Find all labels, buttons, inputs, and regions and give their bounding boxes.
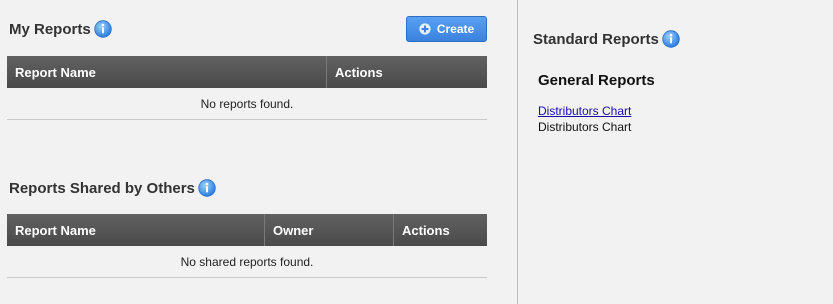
column-header-actions: Actions <box>326 56 487 88</box>
empty-message: No reports found. <box>7 88 487 120</box>
column-header-report-name[interactable]: Report Name <box>7 214 265 246</box>
shared-reports-heading: Reports Shared by Others <box>9 179 216 197</box>
info-icon[interactable] <box>198 179 216 197</box>
table-row: No reports found. <box>7 88 487 120</box>
shared-reports-title: Reports Shared by Others <box>9 179 195 197</box>
my-reports-heading: My Reports <box>9 20 112 38</box>
column-header-actions: Actions <box>393 214 487 246</box>
column-header-report-name[interactable]: Report Name <box>7 56 327 88</box>
standard-reports-heading: Standard Reports <box>533 30 680 48</box>
table-header-row: Report Name Owner Actions <box>7 214 487 246</box>
my-reports-table: Report Name Actions No reports found. <box>7 56 487 120</box>
standard-reports-panel: Standard Reports General Reports Distrib… <box>517 0 833 304</box>
table-header-row: Report Name Actions <box>7 56 487 88</box>
create-report-button[interactable]: Create <box>406 16 487 42</box>
distributors-chart-description: Distributors Chart <box>538 120 632 134</box>
general-reports-title: General Reports <box>538 72 655 89</box>
column-header-owner[interactable]: Owner <box>264 214 394 246</box>
standard-reports-title: Standard Reports <box>533 30 659 48</box>
info-icon[interactable] <box>662 30 680 48</box>
distributors-chart-link[interactable]: Distributors Chart <box>538 104 631 118</box>
my-reports-title: My Reports <box>9 20 91 38</box>
empty-message: No shared reports found. <box>7 246 487 278</box>
left-panel: My Reports Create Report Name Actions No… <box>0 0 517 304</box>
table-row: No shared reports found. <box>7 246 487 278</box>
shared-reports-table: Report Name Owner Actions No shared repo… <box>7 214 487 278</box>
create-button-label: Create <box>436 22 475 36</box>
info-icon[interactable] <box>93 20 112 38</box>
plus-circle-icon <box>419 23 431 35</box>
